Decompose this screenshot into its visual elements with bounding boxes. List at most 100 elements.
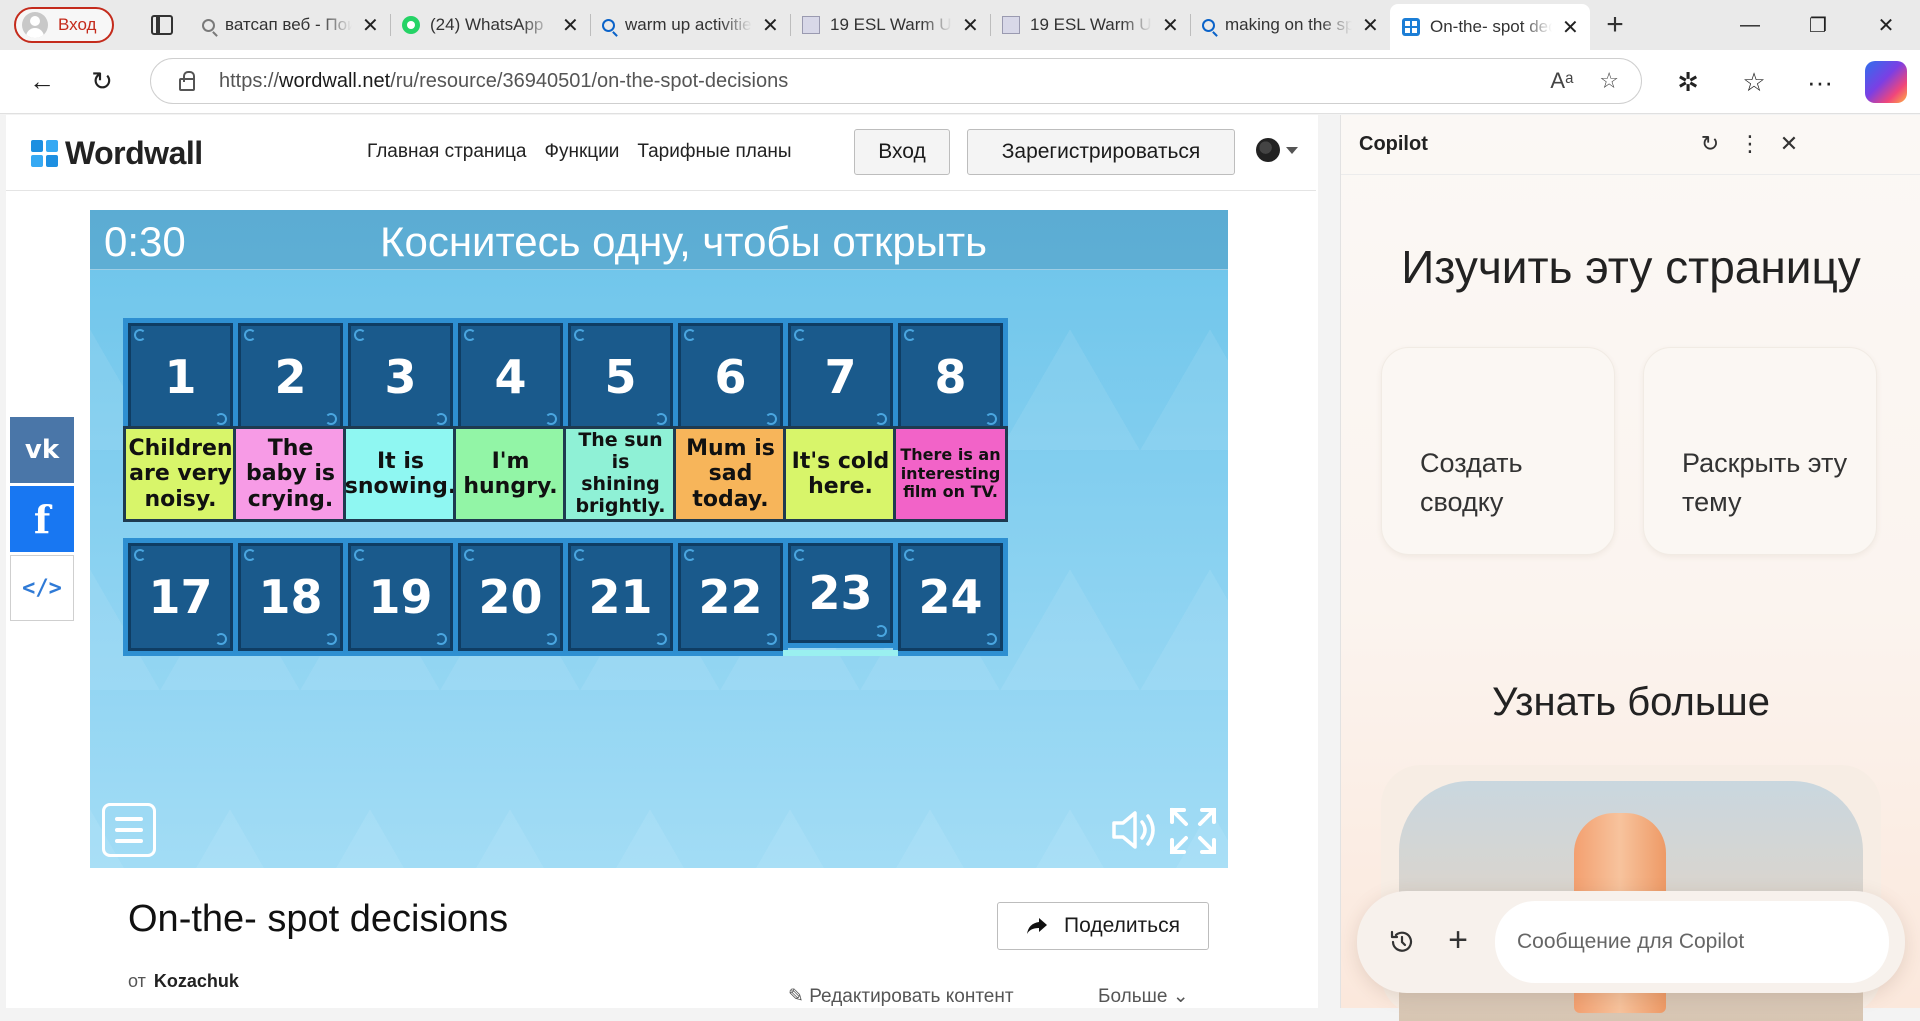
more-options-icon[interactable]: ⋮: [1735, 129, 1765, 159]
login-button[interactable]: Вход: [854, 129, 950, 175]
refresh-button[interactable]: ↻: [72, 52, 132, 112]
close-tab-icon[interactable]: ✕: [762, 13, 779, 38]
card-8[interactable]: 8: [893, 318, 1008, 436]
copilot-icon: [1865, 61, 1907, 103]
address-bar[interactable]: https://wordwall.net/ru/resource/3694050…: [150, 58, 1642, 104]
close-tab-icon[interactable]: ✕: [1562, 15, 1579, 40]
card-24[interactable]: 24: [893, 538, 1008, 656]
nav-pricing[interactable]: Тарифные планы: [637, 141, 791, 163]
tab[interactable]: ватсап веб - Поиск ✕: [190, 0, 390, 50]
tab-title: 19 ESL Warm Up Activities: [830, 15, 952, 34]
author-link[interactable]: Kozachuk: [154, 971, 239, 991]
refresh-icon[interactable]: ↻: [1695, 129, 1725, 159]
fullscreen-icon[interactable]: [1168, 806, 1218, 856]
close-tab-icon[interactable]: ✕: [362, 13, 379, 38]
author-prefix: от: [128, 971, 146, 991]
nav-features[interactable]: Функции: [545, 141, 620, 163]
close-icon[interactable]: ✕: [1774, 129, 1804, 159]
tab-title: warm up activities: [625, 15, 752, 34]
card-revealed[interactable]: It is snowing.: [343, 426, 458, 522]
game-area[interactable]: 0:30 Коснитесь одну, чтобы открыть 12345…: [90, 210, 1228, 868]
card-7[interactable]: 7: [783, 318, 898, 436]
wordwall-logo[interactable]: Wordwall: [31, 135, 203, 172]
history-button[interactable]: [1381, 921, 1423, 963]
card-number: 7: [824, 350, 857, 404]
expand-topic-card[interactable]: Раскрыть эту тему: [1643, 347, 1877, 555]
profile-button[interactable]: Вход: [14, 7, 114, 43]
tab[interactable]: 19 ESL Warm Up Activities ✕: [990, 0, 1190, 50]
summary-card[interactable]: Создать сводку: [1381, 347, 1615, 555]
card-revealed[interactable]: The baby is crying.: [233, 426, 348, 522]
close-tab-icon[interactable]: ✕: [562, 13, 579, 38]
card-5[interactable]: 5: [563, 318, 678, 436]
refresh-icon: ↻: [91, 66, 113, 96]
copilot-input-bar: +: [1357, 891, 1905, 993]
page-scrollbar[interactable]: [1316, 115, 1318, 1008]
nav-home[interactable]: Главная страница: [367, 141, 527, 163]
card-20[interactable]: 20: [453, 538, 568, 656]
card-6[interactable]: 6: [673, 318, 788, 436]
tab[interactable]: (24) WhatsApp ✕: [390, 0, 590, 50]
tab-title: ватсап веб - Поиск: [225, 15, 352, 34]
read-aloud-icon[interactable]: A͏ᵃ: [1550, 68, 1573, 94]
share-button[interactable]: Поделиться: [997, 902, 1209, 950]
game-menu-button[interactable]: [102, 803, 156, 857]
facebook-share-button[interactable]: f: [10, 486, 74, 552]
profile-label: Вход: [58, 15, 97, 34]
card-17[interactable]: 17: [123, 538, 238, 656]
edit-content-link[interactable]: ✎ Редактировать контент: [788, 985, 1014, 1008]
restore-icon[interactable]: ❐: [1784, 0, 1852, 50]
language-selector[interactable]: [1256, 138, 1298, 162]
browser-toolbar: ← ↻ https://wordwall.net/ru/resource/369…: [0, 50, 1920, 114]
add-attachment-button[interactable]: +: [1437, 919, 1479, 961]
copilot-message-input[interactable]: [1495, 901, 1889, 983]
card-23[interactable]: 23: [783, 538, 898, 648]
tab[interactable]: making on the spot decisions ✕: [1190, 0, 1390, 50]
tab-actions-button[interactable]: [134, 0, 190, 50]
window-controls: — ❐ ✕: [1716, 0, 1920, 50]
card-19[interactable]: 19: [343, 538, 458, 656]
card-22[interactable]: 22: [673, 538, 788, 656]
card-revealed[interactable]: Children are very noisy.: [123, 426, 238, 522]
copilot-panel: Copilot ↻ ⋮ ✕ Изучить эту страницу Созда…: [1340, 115, 1920, 1021]
sound-icon[interactable]: [1110, 808, 1162, 852]
back-arrow-icon: ←: [29, 66, 55, 96]
tab-active[interactable]: On-the- spot decisions ✕: [1390, 4, 1590, 50]
tab[interactable]: 19 ESL Warm Up Activities ✕: [790, 0, 990, 50]
card-number: 17: [148, 570, 213, 624]
more-menu-button[interactable]: ···: [1792, 52, 1848, 112]
card-revealed[interactable]: I'm hungry.: [453, 426, 568, 522]
card-revealed[interactable]: Mum is sad today.: [673, 426, 788, 522]
tab[interactable]: warm up activities ✕: [590, 0, 790, 50]
card-3[interactable]: 3: [343, 318, 458, 436]
card-2[interactable]: 2: [233, 318, 348, 436]
close-window-icon[interactable]: ✕: [1852, 0, 1920, 50]
register-button[interactable]: Зарегистрироваться: [967, 129, 1235, 175]
favorites-button[interactable]: ☆: [1726, 52, 1782, 112]
copilot-button[interactable]: [1858, 52, 1914, 112]
tab-title: 19 ESL Warm Up Activities: [1030, 15, 1152, 34]
card-21[interactable]: 21: [563, 538, 678, 656]
card-revealed[interactable]: There is an interesting film on TV.: [893, 426, 1008, 522]
more-dropdown[interactable]: Больше ⌄: [1098, 985, 1189, 1008]
card-18[interactable]: 18: [233, 538, 348, 656]
card-revealed[interactable]: The sun is shining brightly.: [563, 426, 678, 522]
new-tab-button[interactable]: +: [1590, 0, 1640, 50]
minimize-icon[interactable]: —: [1716, 0, 1784, 50]
close-tab-icon[interactable]: ✕: [962, 13, 979, 38]
card-number: 3: [384, 350, 417, 404]
close-tab-icon[interactable]: ✕: [1362, 13, 1379, 38]
close-tab-icon[interactable]: ✕: [1162, 13, 1179, 38]
back-button[interactable]: ←: [12, 52, 72, 112]
extensions-button[interactable]: ✲: [1660, 52, 1716, 112]
search-icon: [1202, 18, 1215, 32]
card-revealed[interactable]: It's cold here.: [783, 426, 898, 522]
embed-button[interactable]: </>: [10, 555, 74, 621]
toolbar-right: ✲ ☆ ···: [1660, 50, 1914, 114]
card-4[interactable]: 4: [453, 318, 568, 436]
vk-share-button[interactable]: vk: [10, 417, 74, 483]
history-icon: [1390, 930, 1413, 952]
favorite-star-icon[interactable]: ☆: [1599, 68, 1619, 94]
card-1[interactable]: 1: [123, 318, 238, 436]
tab-title: (24) WhatsApp: [430, 15, 544, 34]
